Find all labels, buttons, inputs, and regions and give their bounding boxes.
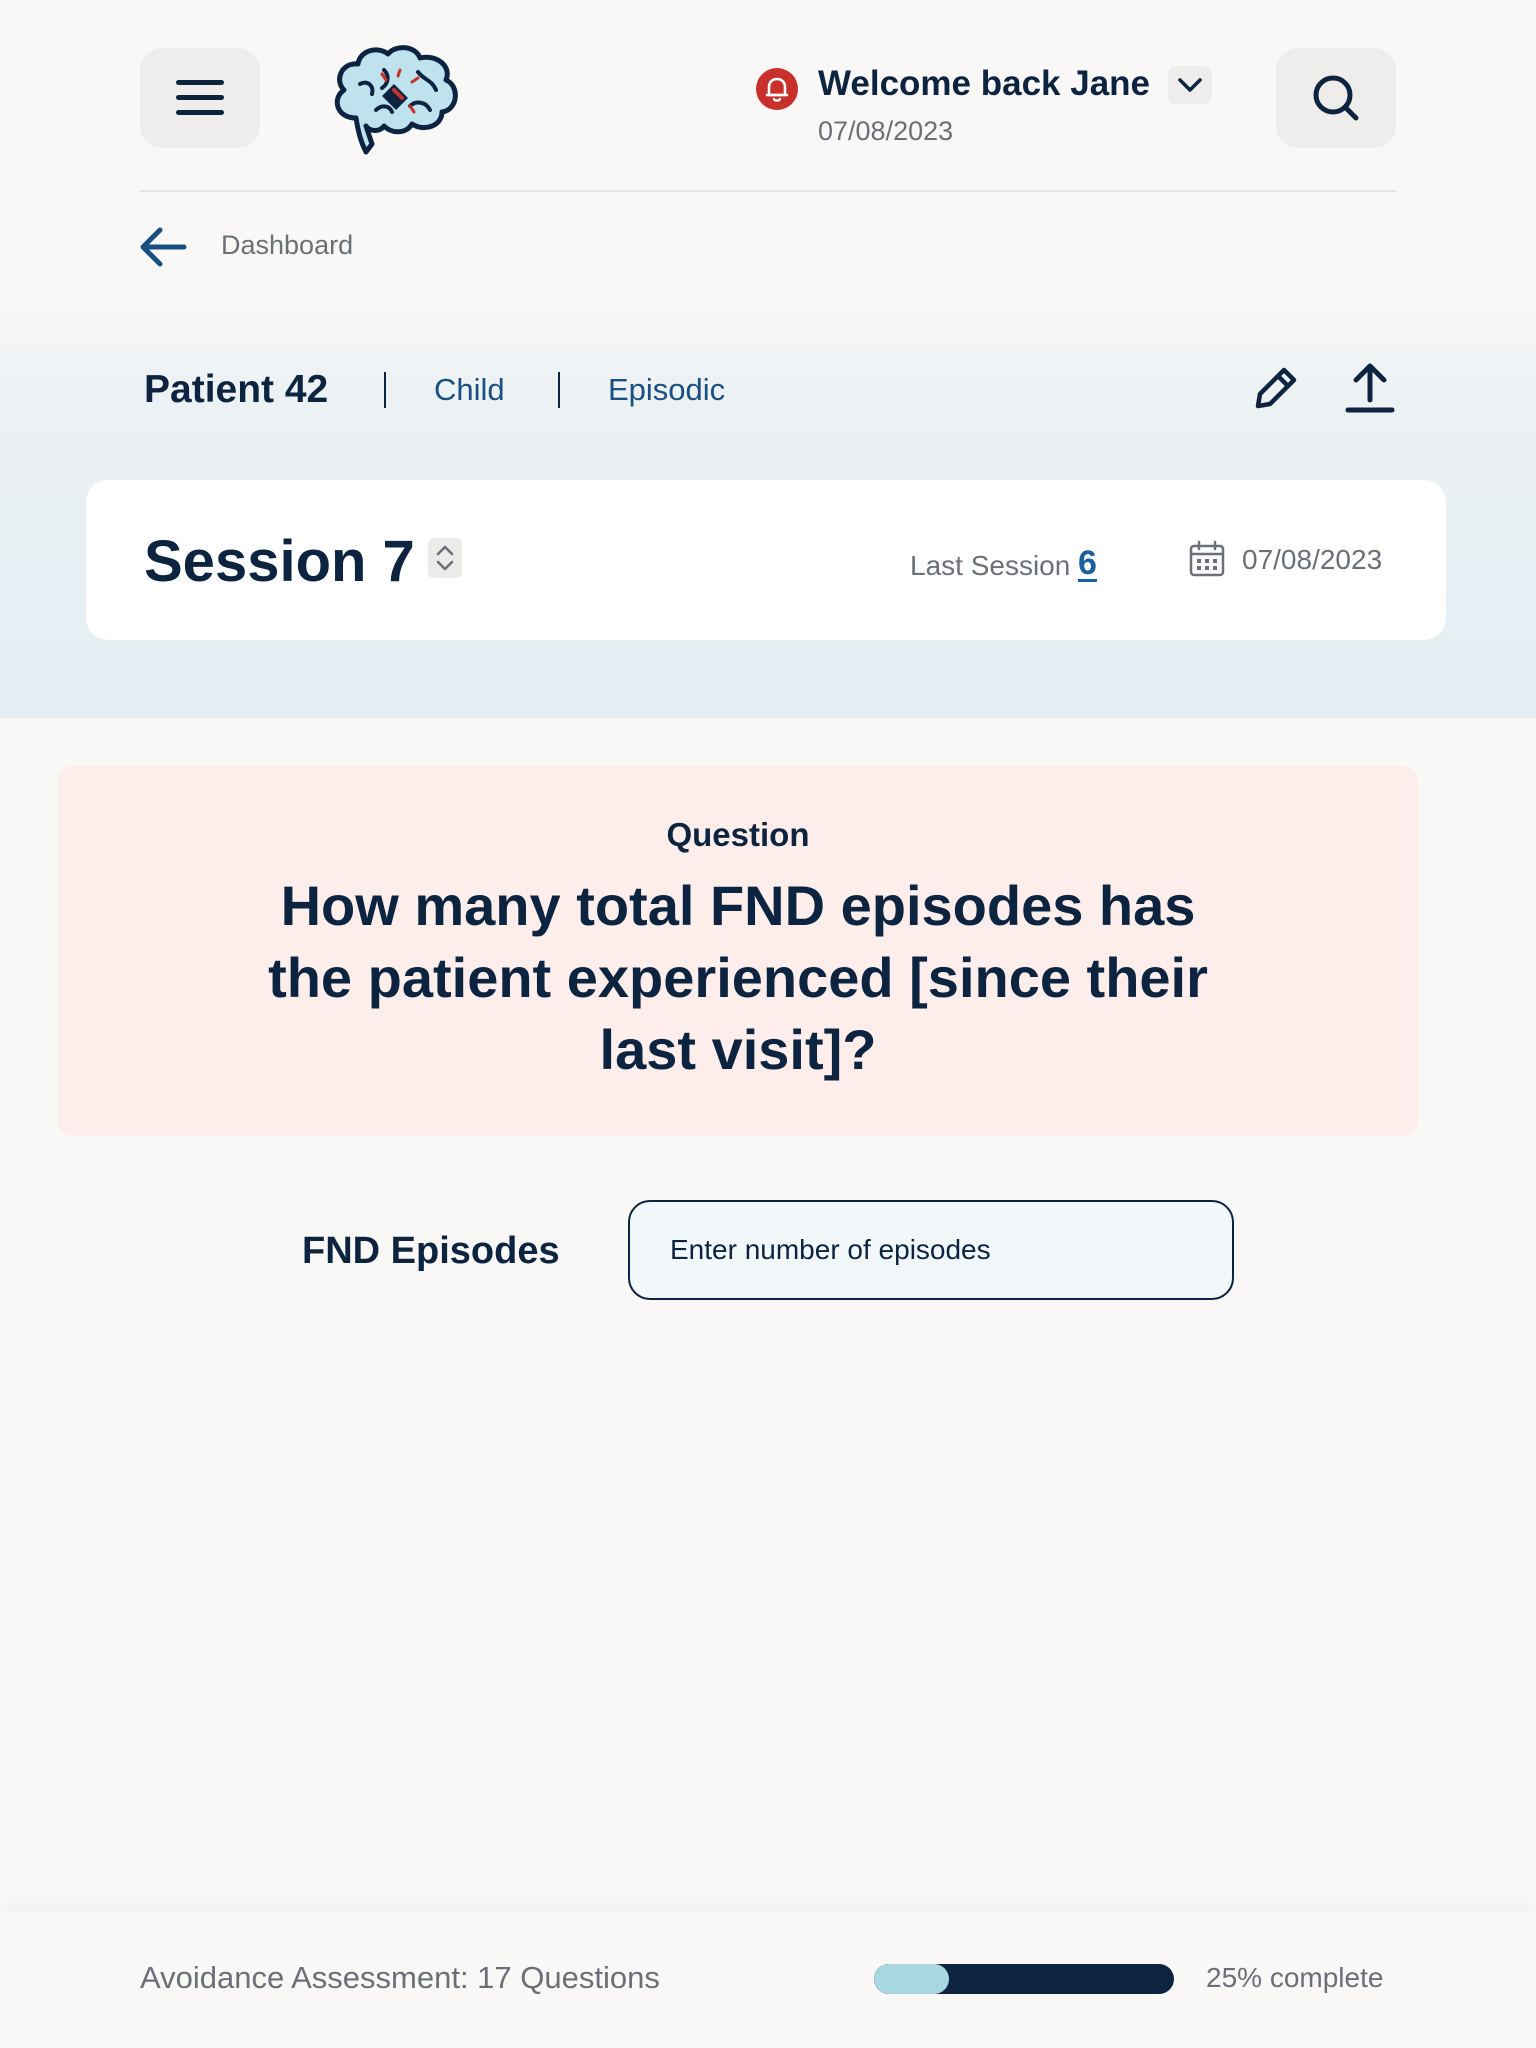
chevron-down-icon (1178, 78, 1202, 92)
session-stepper[interactable] (428, 538, 462, 578)
patient-tag-type: Episodic (608, 372, 726, 407)
separator (384, 372, 386, 408)
header-divider (140, 190, 1396, 192)
bell-icon[interactable] (756, 68, 798, 110)
question-label: Question (666, 816, 810, 853)
assessment-summary: Avoidance Assessment: 17 Questions (140, 1960, 660, 1995)
search-icon (1313, 75, 1359, 121)
last-session-label: Last Session (910, 550, 1071, 581)
patient-tag-age-group: Child (434, 372, 505, 407)
hamburger-menu-icon (176, 80, 224, 115)
up-down-chevron-icon (436, 545, 454, 571)
session-title: Session 7 (144, 529, 415, 594)
breadcrumb-dashboard-link[interactable]: Dashboard (221, 230, 353, 261)
patient-name: Patient 42 (144, 368, 329, 411)
menu-button[interactable] (140, 48, 260, 148)
calendar-icon (1189, 540, 1225, 577)
episodes-input[interactable] (628, 1200, 1234, 1300)
arrow-left-icon[interactable] (138, 222, 188, 272)
answer-field-label: FND Episodes (302, 1230, 560, 1272)
progress-bar-fill (874, 1964, 949, 1994)
user-dropdown-button[interactable] (1168, 66, 1212, 104)
session-date: 07/08/2023 (1242, 544, 1383, 575)
top-header: Welcome back Jane 07/08/2023 (140, 45, 1396, 155)
pencil-icon[interactable] (1250, 362, 1302, 414)
progress-percentage: 25% complete (1206, 1962, 1384, 1993)
upload-icon[interactable] (1342, 360, 1398, 416)
welcome-message: Welcome back Jane (818, 64, 1151, 103)
progress-bar (874, 1964, 1174, 1994)
welcome-date: 07/08/2023 (818, 116, 954, 146)
last-session-link[interactable]: 6 (1078, 544, 1097, 583)
question-text: How many total FND episodes has the pati… (268, 874, 1208, 1081)
search-button[interactable] (1276, 48, 1396, 148)
brain-logo-icon (334, 45, 458, 155)
question-card: Question How many total FND episodes has… (58, 766, 1418, 1136)
session-card: Session 7 Last Session 6 07/08/2023 (86, 480, 1446, 640)
progress-footer: Avoidance Assessment: 17 Questions 25% c… (0, 1912, 1536, 2048)
separator (558, 372, 560, 408)
